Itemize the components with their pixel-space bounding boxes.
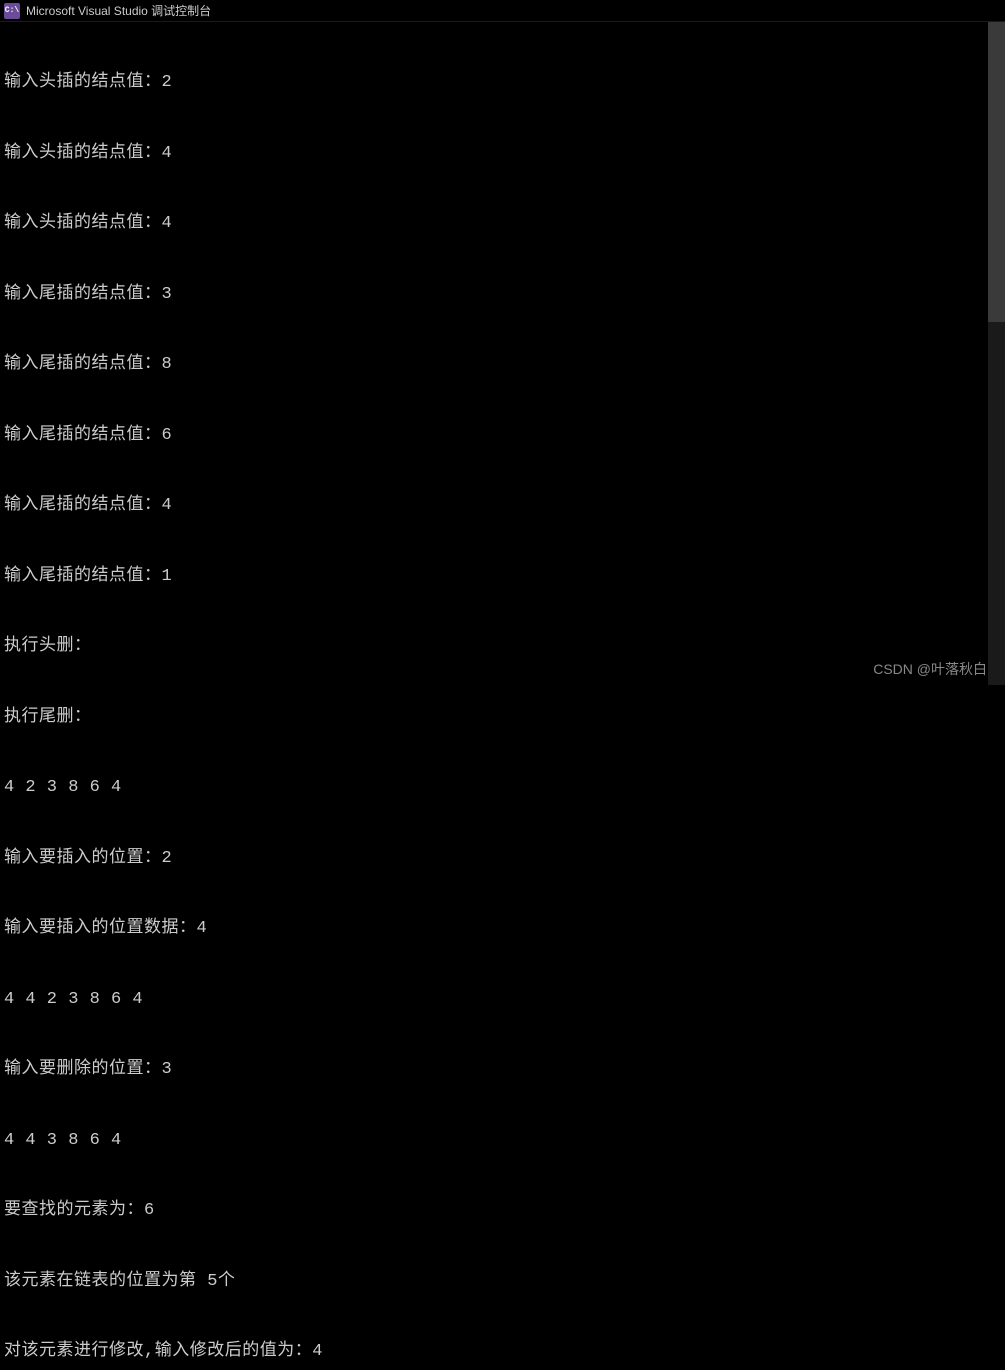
console-line: 输入尾插的结点值：1 [4, 565, 1001, 589]
console-output[interactable]: 输入头插的结点值：2 输入头插的结点值：4 输入头插的结点值：4 输入尾插的结点… [0, 22, 1005, 1370]
console-line: 该元素在链表的位置为第 5个 [4, 1270, 1001, 1294]
console-line: 4 4 3 8 6 4 [4, 1129, 1001, 1153]
scrollbar-thumb[interactable] [988, 22, 1005, 322]
title-bar: C:\ Microsoft Visual Studio 调试控制台 [0, 0, 1005, 22]
console-line: 输入尾插的结点值：8 [4, 353, 1001, 377]
console-line: 执行头删： [4, 635, 1001, 659]
console-line: 输入尾插的结点值：6 [4, 424, 1001, 448]
console-line: 输入头插的结点值：2 [4, 71, 1001, 95]
window-title: Microsoft Visual Studio 调试控制台 [26, 2, 211, 19]
app-icon: C:\ [4, 3, 20, 19]
console-line: 输入头插的结点值：4 [4, 212, 1001, 236]
vertical-scrollbar[interactable] [988, 22, 1005, 685]
console-line: 输入要插入的位置：2 [4, 847, 1001, 871]
console-line: 要查找的元素为：6 [4, 1199, 1001, 1223]
console-line: 输入尾插的结点值：4 [4, 494, 1001, 518]
watermark-text: CSDN @叶落秋白 [873, 659, 987, 679]
console-line: 对该元素进行修改,输入修改后的值为：4 [4, 1340, 1001, 1364]
console-line: 输入尾插的结点值：3 [4, 283, 1001, 307]
console-line: 输入头插的结点值：4 [4, 142, 1001, 166]
console-line: 执行尾删： [4, 706, 1001, 730]
console-line: 输入要插入的位置数据：4 [4, 917, 1001, 941]
console-line: 4 4 2 3 8 6 4 [4, 988, 1001, 1012]
console-line: 输入要删除的位置：3 [4, 1058, 1001, 1082]
console-line: 4 2 3 8 6 4 [4, 776, 1001, 800]
